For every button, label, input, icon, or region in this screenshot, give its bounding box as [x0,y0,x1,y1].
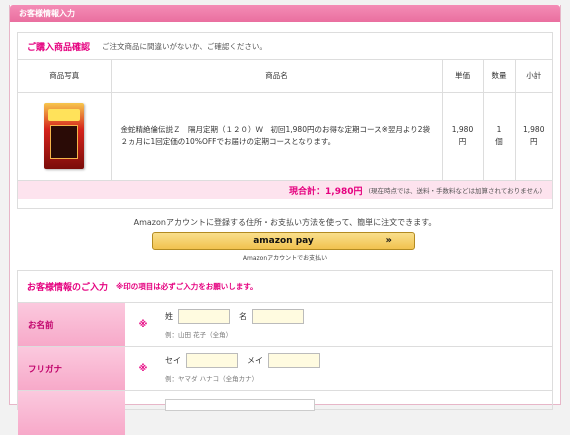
total-row: 現合計：1,980円 (現在時点では、送料・手数料などは加算されておりません) [18,180,552,199]
amazon-message: Amazonアカウントに登録する住所・お支払い方法を使って、簡単に注文できます。 [133,218,437,227]
next-row [18,391,552,435]
amazon-pay-button[interactable]: amazon pay » [152,232,415,250]
col-photo: 商品写真 [18,60,112,93]
name-row: お名前 ※ 姓 名 例：山田 花子（全角） [18,303,552,347]
name-hint: 例：山田 花子（全角） [165,331,233,339]
items-table: 商品写真 商品名 単価 数量 小計 金蛇精絶倫伝説Ｚ 隔月定期（１２０）Ｗ 初回… [18,60,552,180]
sei-label: 姓 [165,312,173,321]
first-name-input[interactable] [252,309,304,324]
photo-cell [18,92,112,180]
col-name: 商品名 [111,60,443,93]
kana-label: フリガナ [18,347,125,390]
product-name: 金蛇精絶倫伝説Ｚ 隔月定期（１２０）Ｗ 初回1,980円のお得な定期コース※翌月… [111,92,443,180]
confirm-note: ご注文商品に間違いがないか、ご確認ください。 [102,41,267,51]
total-note: (現在時点では、送料・手数料などは加算されておりません) [368,187,543,195]
amazon-pay-logo: amazon pay [253,236,314,246]
required-mark: ※ [138,319,148,330]
next-input[interactable] [165,399,315,411]
customer-info-section: お客様情報のご入力 ※印の項目は必ずご入力をお願いします。 お名前 ※ 姓 名 … [17,270,553,435]
amazon-sub-label: Amazonアカウントでお支払い [242,255,328,262]
kana-hint: 例：ヤマダ ハナコ（全角カナ） [165,375,259,383]
table-header-row: 商品写真 商品名 単価 数量 小計 [18,60,552,93]
total-label: 現合計：1,980円 [289,186,363,197]
table-row: 金蛇精絶倫伝説Ｚ 隔月定期（１２０）Ｗ 初回1,980円のお得な定期コース※翌月… [18,92,552,180]
product-image[interactable] [44,103,85,170]
required-mark: ※ [138,363,148,374]
sei-kana-label: セイ [165,356,181,365]
subtotal: 1,980 円 [523,125,545,147]
chevron-right-icon: » [385,235,392,246]
col-subtotal: 小計 [515,60,552,93]
col-quantity: 数量 [483,60,516,93]
unit-price: 1,980 円 [442,92,484,180]
customer-header: お客様情報のご入力 ※印の項目は必ずご入力をお願いします。 [18,271,552,303]
mei-kana-label: メイ [247,356,263,365]
kana-row: フリガナ ※ セイ メイ 例：ヤマダ ハナコ（全角カナ） [18,347,552,391]
confirm-header: ご購入商品確認 ご注文商品に間違いがないか、ご確認ください。 [18,33,552,60]
customer-title: お客様情報のご入力 [27,283,109,293]
name-label: お名前 [18,303,125,346]
mei-label: 名 [239,312,247,321]
purchase-confirm-section: ご購入商品確認 ご注文商品に間違いがないか、ご確認ください。 商品写真 商品名 … [17,32,553,209]
first-name-kana-input[interactable] [268,353,320,368]
quantity: 1 個 [483,92,516,180]
last-name-kana-input[interactable] [186,353,238,368]
required-note: ※印の項目は必ずご入力をお願いします。 [116,282,258,291]
next-row-label [18,391,125,435]
confirm-title: ご購入商品確認 [27,42,91,53]
col-unit-price: 単価 [442,60,484,93]
last-name-input[interactable] [178,309,230,324]
